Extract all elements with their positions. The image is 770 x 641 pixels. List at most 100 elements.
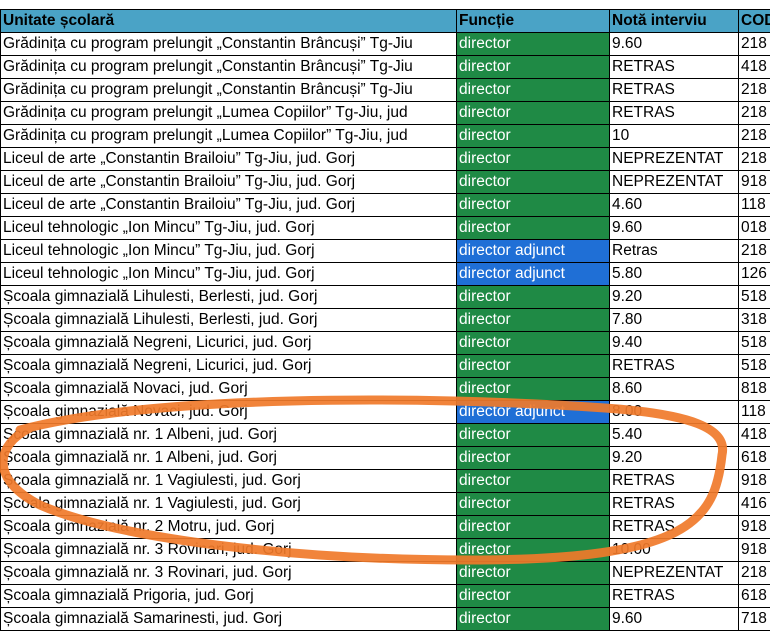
score-cell[interactable]: RETRAS: [609, 354, 739, 378]
role-cell[interactable]: director: [456, 469, 610, 493]
score-cell[interactable]: RETRAS: [609, 55, 739, 79]
unit-cell[interactable]: Școala gimnazială Negreni, Licurici, jud…: [0, 354, 457, 378]
role-cell[interactable]: director adjunct: [456, 262, 610, 286]
role-cell[interactable]: director: [456, 78, 610, 102]
code-cell[interactable]: 126: [738, 262, 770, 286]
code-cell[interactable]: 518: [738, 331, 770, 355]
role-cell[interactable]: director: [456, 124, 610, 148]
unit-cell[interactable]: Școala gimnazială Lihulesti, Berlesti, j…: [0, 285, 457, 309]
code-cell[interactable]: 918: [738, 515, 770, 539]
score-cell[interactable]: 5.40: [609, 423, 739, 447]
unit-cell[interactable]: Școala gimnazială nr. 1 Albeni, jud. Gor…: [0, 423, 457, 447]
score-cell[interactable]: 9.40: [609, 331, 739, 355]
role-cell[interactable]: director: [456, 308, 610, 332]
code-cell[interactable]: 218: [738, 124, 770, 148]
unit-cell[interactable]: Școala gimnazială Prigoria, jud. Gorj: [0, 584, 457, 608]
score-cell[interactable]: NEPREZENTAT: [609, 561, 739, 585]
code-cell[interactable]: 318: [738, 308, 770, 332]
score-cell[interactable]: 10: [609, 124, 739, 148]
unit-cell[interactable]: Liceul de arte „Constantin Brailoiu” Tg-…: [0, 147, 457, 171]
unit-cell[interactable]: Grădinița cu program prelungit „Constant…: [0, 78, 457, 102]
score-cell[interactable]: 9.20: [609, 446, 739, 470]
unit-cell[interactable]: Școala gimnazială nr. 1 Albeni, jud. Gor…: [0, 446, 457, 470]
score-cell[interactable]: 7.80: [609, 308, 739, 332]
code-cell[interactable]: 618: [738, 446, 770, 470]
role-cell[interactable]: director: [456, 170, 610, 194]
score-cell[interactable]: 9.60: [609, 32, 739, 56]
code-cell[interactable]: 218: [738, 101, 770, 125]
code-cell[interactable]: 918: [738, 469, 770, 493]
role-cell[interactable]: director adjunct: [456, 400, 610, 424]
role-cell[interactable]: director: [456, 331, 610, 355]
score-cell[interactable]: RETRAS: [609, 469, 739, 493]
score-cell[interactable]: 8.60: [609, 377, 739, 401]
header-role[interactable]: Funcție: [456, 9, 610, 33]
role-cell[interactable]: director: [456, 538, 610, 562]
unit-cell[interactable]: Școala gimnazială nr. 3 Rovinari, jud. G…: [0, 561, 457, 585]
score-cell[interactable]: RETRAS: [609, 492, 739, 516]
code-cell[interactable]: 118: [738, 193, 770, 217]
role-cell[interactable]: director: [456, 561, 610, 585]
code-cell[interactable]: 518: [738, 285, 770, 309]
unit-cell[interactable]: Școala gimnazială Lihulesti, Berlesti, j…: [0, 308, 457, 332]
unit-cell[interactable]: Școala gimnazială Novaci, jud. Gorj: [0, 377, 457, 401]
code-cell[interactable]: 018: [738, 216, 770, 240]
code-cell[interactable]: 918: [738, 170, 770, 194]
unit-cell[interactable]: Școala gimnazială Samarinesti, jud. Gorj: [0, 607, 457, 631]
code-cell[interactable]: 418: [738, 55, 770, 79]
role-cell[interactable]: director adjunct: [456, 239, 610, 263]
unit-cell[interactable]: Grădinița cu program prelungit „Lumea Co…: [0, 124, 457, 148]
code-cell[interactable]: 818: [738, 377, 770, 401]
unit-cell[interactable]: Școala gimnazială Novaci, jud. Gorj: [0, 400, 457, 424]
code-cell[interactable]: 218: [738, 239, 770, 263]
unit-cell[interactable]: Liceul tehnologic „Ion Mincu” Tg-Jiu, ju…: [0, 239, 457, 263]
unit-cell[interactable]: Liceul de arte „Constantin Brailoiu” Tg-…: [0, 170, 457, 194]
code-cell[interactable]: 416: [738, 492, 770, 516]
role-cell[interactable]: director: [456, 285, 610, 309]
unit-cell[interactable]: Grădinița cu program prelungit „Constant…: [0, 32, 457, 56]
header-score[interactable]: Notă interviu: [609, 9, 739, 33]
code-cell[interactable]: 718: [738, 607, 770, 631]
code-cell[interactable]: 918: [738, 538, 770, 562]
code-cell[interactable]: 218: [738, 561, 770, 585]
header-unit[interactable]: Unitate școlară: [0, 9, 457, 33]
score-cell[interactable]: 9.20: [609, 285, 739, 309]
role-cell[interactable]: director: [456, 515, 610, 539]
code-cell[interactable]: 518: [738, 354, 770, 378]
score-cell[interactable]: RETRAS: [609, 584, 739, 608]
unit-cell[interactable]: Școala gimnazială nr. 1 Vagiulesti, jud.…: [0, 492, 457, 516]
score-cell[interactable]: NEPREZENTAT: [609, 170, 739, 194]
code-cell[interactable]: 218: [738, 32, 770, 56]
score-cell[interactable]: RETRAS: [609, 515, 739, 539]
score-cell[interactable]: NEPREZENTAT: [609, 147, 739, 171]
role-cell[interactable]: director: [456, 32, 610, 56]
unit-cell[interactable]: Liceul de arte „Constantin Brailoiu” Tg-…: [0, 193, 457, 217]
unit-cell[interactable]: Școala gimnazială nr. 2 Motru, jud. Gorj: [0, 515, 457, 539]
unit-cell[interactable]: Grădinița cu program prelungit „Lumea Co…: [0, 101, 457, 125]
role-cell[interactable]: director: [456, 354, 610, 378]
code-cell[interactable]: 218: [738, 78, 770, 102]
score-cell[interactable]: 9.60: [609, 607, 739, 631]
role-cell[interactable]: director: [456, 55, 610, 79]
score-cell[interactable]: 4.60: [609, 193, 739, 217]
code-cell[interactable]: 418: [738, 423, 770, 447]
code-cell[interactable]: 218: [738, 147, 770, 171]
score-cell[interactable]: 5.80: [609, 262, 739, 286]
role-cell[interactable]: director: [456, 584, 610, 608]
role-cell[interactable]: director: [456, 607, 610, 631]
unit-cell[interactable]: Școala gimnazială nr. 3 Rovinari, jud. G…: [0, 538, 457, 562]
unit-cell[interactable]: Grădinița cu program prelungit „Constant…: [0, 55, 457, 79]
header-code[interactable]: COD: [738, 9, 770, 33]
score-cell[interactable]: 10.00: [609, 538, 739, 562]
score-cell[interactable]: 8.00: [609, 400, 739, 424]
role-cell[interactable]: director: [456, 216, 610, 240]
code-cell[interactable]: 118: [738, 400, 770, 424]
unit-cell[interactable]: Școala gimnazială nr. 1 Vagiulesti, jud.…: [0, 469, 457, 493]
role-cell[interactable]: director: [456, 446, 610, 470]
unit-cell[interactable]: Școala gimnazială Negreni, Licurici, jud…: [0, 331, 457, 355]
score-cell[interactable]: Retras: [609, 239, 739, 263]
code-cell[interactable]: 618: [738, 584, 770, 608]
role-cell[interactable]: director: [456, 423, 610, 447]
unit-cell[interactable]: Liceul tehnologic „Ion Mincu” Tg-Jiu, ju…: [0, 262, 457, 286]
score-cell[interactable]: RETRAS: [609, 78, 739, 102]
